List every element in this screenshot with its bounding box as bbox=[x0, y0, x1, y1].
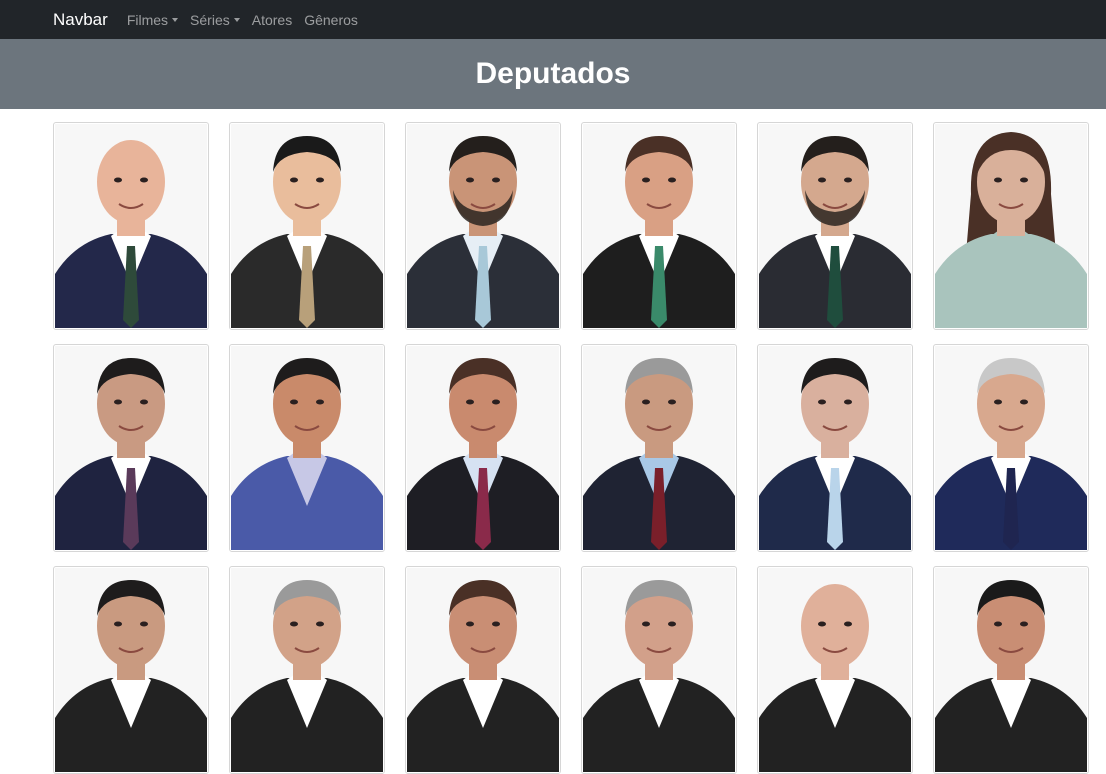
deputy-card[interactable] bbox=[229, 566, 385, 774]
nav-item-atores[interactable]: Atores bbox=[252, 12, 292, 28]
deputy-photo bbox=[231, 124, 383, 328]
deputy-card[interactable] bbox=[581, 122, 737, 330]
deputy-photo bbox=[935, 568, 1087, 772]
deputy-photo bbox=[759, 346, 911, 550]
deputy-card[interactable] bbox=[581, 566, 737, 774]
caret-down-icon bbox=[233, 17, 240, 22]
deputy-photo bbox=[583, 568, 735, 772]
deputy-card[interactable] bbox=[933, 566, 1089, 774]
deputy-card[interactable] bbox=[757, 122, 913, 330]
deputy-card[interactable] bbox=[405, 566, 561, 774]
navbar-brand[interactable]: Navbar bbox=[53, 10, 108, 30]
deputy-card[interactable] bbox=[405, 344, 561, 552]
deputy-photo bbox=[759, 124, 911, 328]
deputy-photo bbox=[231, 568, 383, 772]
deputy-card[interactable] bbox=[757, 566, 913, 774]
page-header: Deputados bbox=[0, 39, 1106, 109]
deputy-photo bbox=[407, 568, 559, 772]
nav-item-label: Gêneros bbox=[304, 11, 358, 28]
deputy-card[interactable] bbox=[229, 122, 385, 330]
deputy-photo bbox=[55, 124, 207, 328]
nav-item-generos[interactable]: Gêneros bbox=[304, 12, 358, 28]
deputy-card[interactable] bbox=[229, 344, 385, 552]
nav-item-label: Séries bbox=[190, 11, 230, 28]
nav-item-label: Filmes bbox=[126, 11, 169, 28]
deputy-card[interactable] bbox=[53, 344, 209, 552]
nav-item-series[interactable]: Séries bbox=[190, 12, 240, 28]
deputy-photo bbox=[583, 346, 735, 550]
deputy-card[interactable] bbox=[933, 122, 1089, 330]
deputy-photo bbox=[55, 568, 207, 772]
deputy-card[interactable] bbox=[405, 122, 561, 330]
deputies-grid bbox=[53, 122, 1106, 774]
deputy-card[interactable] bbox=[933, 344, 1089, 552]
deputy-photo bbox=[935, 124, 1087, 328]
deputy-photo bbox=[583, 124, 735, 328]
caret-down-icon bbox=[172, 17, 179, 22]
deputy-card[interactable] bbox=[53, 122, 209, 330]
deputy-photo bbox=[407, 124, 559, 328]
deputy-photo bbox=[55, 346, 207, 550]
top-navbar: Navbar Filmes Séries Atores Gêneros bbox=[0, 0, 1106, 39]
nav-item-label: Atores bbox=[251, 11, 293, 28]
deputy-card[interactable] bbox=[581, 344, 737, 552]
nav-item-filmes[interactable]: Filmes bbox=[126, 11, 179, 28]
page-title: Deputados bbox=[475, 57, 631, 90]
deputy-photo bbox=[407, 346, 559, 550]
deputy-photo bbox=[935, 346, 1087, 550]
deputy-photo bbox=[759, 568, 911, 772]
deputy-card[interactable] bbox=[53, 566, 209, 774]
deputy-photo bbox=[231, 346, 383, 550]
deputy-card[interactable] bbox=[757, 344, 913, 552]
